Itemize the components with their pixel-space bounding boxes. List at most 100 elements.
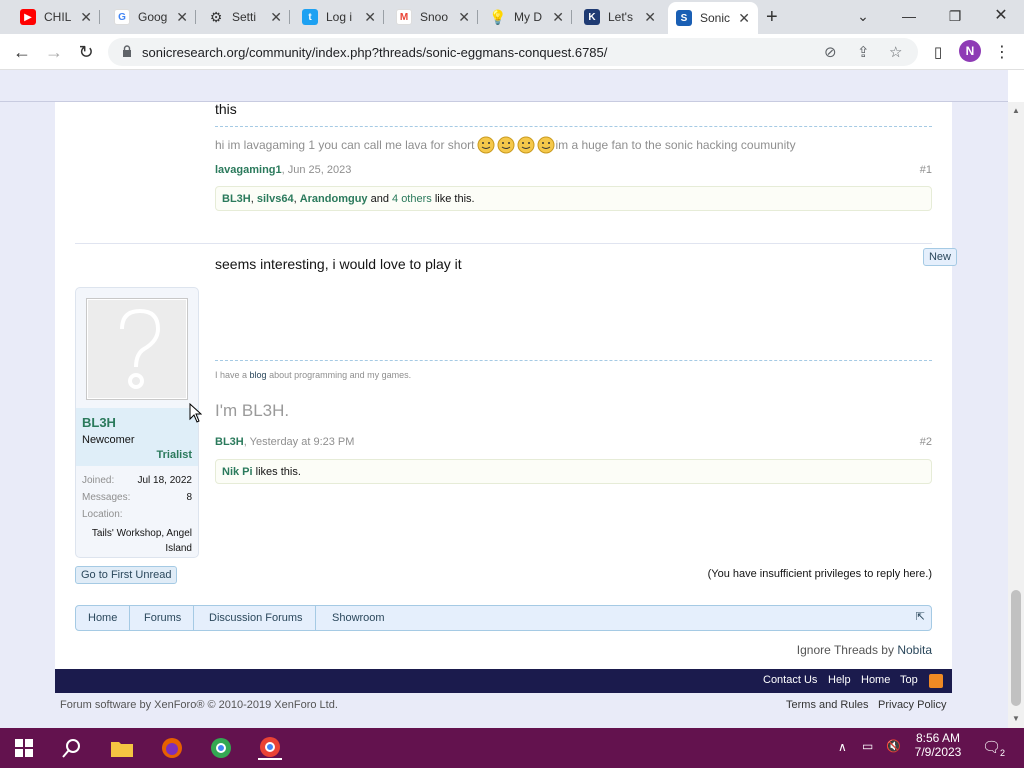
post1-likes-summary: BL3H, silvs64, Arandomguy and 4 others l… <box>215 186 932 211</box>
reload-button[interactable]: ↻ <box>74 40 98 64</box>
side-panel-icon[interactable]: ▯ <box>926 40 950 64</box>
tab-twitter[interactable]: t Log i ✕ <box>294 4 384 30</box>
page-scrollbar[interactable]: ▲ ▼ <box>1008 102 1024 728</box>
smiley-icon <box>477 136 495 154</box>
breadcrumb-home[interactable]: Home <box>76 606 131 630</box>
eye-off-icon[interactable]: ⊘ <box>824 43 837 61</box>
close-icon[interactable]: ✕ <box>270 9 282 26</box>
user-location[interactable]: Tails' Workshop, Angel Island <box>82 526 192 556</box>
twitter-icon: t <box>302 9 318 25</box>
share-icon[interactable]: ⇪ <box>857 43 870 61</box>
scroll-down-icon[interactable]: ▼ <box>1012 714 1020 723</box>
blog-link[interactable]: blog <box>250 370 267 380</box>
close-icon[interactable]: ✕ <box>644 9 656 26</box>
footer-top-link[interactable]: Top <box>900 674 918 686</box>
close-icon[interactable]: ✕ <box>458 9 470 26</box>
tab-my-d[interactable]: 💡 My D ✕ <box>482 4 572 30</box>
post2-likes-summary: Nik Pi likes this. <box>215 459 932 484</box>
go-to-first-unread-button[interactable]: Go to First Unread <box>75 566 178 584</box>
close-icon[interactable]: ✕ <box>738 10 750 27</box>
rss-icon[interactable] <box>929 674 943 688</box>
network-icon[interactable]: ▭ <box>862 739 873 753</box>
address-bar[interactable]: sonicresearch.org/community/index.php?th… <box>108 38 918 66</box>
tab-settings[interactable]: ⚙ Setti ✕ <box>200 4 290 30</box>
window-close-button[interactable]: ✕ <box>978 4 1024 28</box>
windows-taskbar: ∧ ▭ 🔇 8:56 AM 7/9/2023 🗨 2 <box>0 728 1024 768</box>
post2-signature-heading: I'm BL3H. <box>215 401 290 420</box>
notification-icon[interactable]: 🗨 <box>982 738 1001 756</box>
breadcrumb-discussion-forums[interactable]: Discussion Forums <box>197 606 316 630</box>
profile-avatar[interactable]: N <box>959 40 981 62</box>
maximize-button[interactable]: ❐ <box>932 4 978 28</box>
firefox-icon[interactable] <box>160 736 184 760</box>
tab-sonic[interactable]: S Sonic ✕ <box>668 2 758 34</box>
page-viewport: this hi im lavagaming 1 you can call me … <box>0 70 1008 728</box>
emoji-row <box>477 136 555 154</box>
smiley-icon <box>537 136 555 154</box>
star-icon[interactable]: ☆ <box>889 43 902 61</box>
chrome-profile-icon[interactable] <box>209 736 233 760</box>
jump-icon[interactable]: ⇱ <box>916 610 925 623</box>
post1-permalink[interactable]: #1 <box>920 164 932 176</box>
breadcrumb-showroom[interactable]: Showroom <box>320 606 397 630</box>
chrome-active-icon[interactable] <box>258 736 282 760</box>
footer-home-link[interactable]: Home <box>861 674 890 686</box>
close-icon[interactable]: ✕ <box>176 9 188 26</box>
browser-toolbar: ← → ↻ sonicresearch.org/community/index.… <box>0 34 1024 70</box>
tab-youtube[interactable]: ▶ CHIL ✕ <box>12 4 100 30</box>
bookmark-bar <box>0 70 1008 102</box>
post2-meta: BL3H, Yesterday at 9:23 PM <box>215 436 355 448</box>
ignore-author-link[interactable]: Nobita <box>897 643 932 657</box>
terms-link[interactable]: Terms and Rules <box>786 699 869 711</box>
footer-copyright[interactable]: Forum software by XenForo® © 2010-2019 X… <box>60 699 338 711</box>
post2-message: seems interesting, i would love to play … <box>215 256 462 272</box>
tab-lets[interactable]: K Let's ✕ <box>576 4 664 30</box>
forward-button[interactable]: → <box>42 40 66 64</box>
notification-count: 2 <box>1000 748 1006 758</box>
tab-search-icon[interactable]: ⌄ <box>840 4 886 28</box>
volume-muted-icon[interactable]: 🔇 <box>886 739 901 753</box>
user-joined: Jul 18, 2022 <box>137 475 193 486</box>
close-icon[interactable]: ✕ <box>552 9 564 26</box>
back-button[interactable]: ← <box>10 40 34 64</box>
post2-permalink[interactable]: #2 <box>920 436 932 448</box>
new-post-badge: New <box>923 248 957 266</box>
footer-contact-link[interactable]: Contact Us <box>763 674 817 686</box>
file-explorer-icon[interactable] <box>110 736 134 760</box>
page-content: this hi im lavagaming 1 you can call me … <box>55 101 957 669</box>
footer-help-link[interactable]: Help <box>828 674 851 686</box>
post-divider <box>75 243 932 244</box>
privacy-link[interactable]: Privacy Policy <box>878 699 946 711</box>
post1-date[interactable]: Jun 25, 2023 <box>288 164 352 176</box>
user-name-link[interactable]: BL3H <box>82 415 116 430</box>
sonic-icon: S <box>676 10 692 26</box>
likes-others-link[interactable]: 4 others <box>392 193 432 205</box>
avatar[interactable] <box>86 298 188 400</box>
tab-strip: ▶ CHIL ✕ G Goog ✕ ⚙ Setti ✕ t Log i ✕ M … <box>0 0 1024 34</box>
user-title: Newcomer <box>82 434 135 446</box>
user-messages[interactable]: 8 <box>186 492 192 503</box>
menu-icon[interactable]: ⋮ <box>990 40 1014 64</box>
windows-start-icon[interactable] <box>12 736 36 760</box>
youtube-icon: ▶ <box>20 9 36 25</box>
post2-date[interactable]: Yesterday at 9:23 PM <box>250 436 355 448</box>
post1-author-link[interactable]: lavagaming1 <box>215 164 282 176</box>
post2-author-link[interactable]: BL3H <box>215 436 244 448</box>
tab-gmail[interactable]: M Snoo ✕ <box>388 4 478 30</box>
default-avatar-icon <box>120 308 161 389</box>
system-clock[interactable]: 8:56 AM 7/9/2023 <box>910 731 966 759</box>
close-icon[interactable]: ✕ <box>364 9 376 26</box>
tab-google[interactable]: G Goog ✕ <box>106 4 196 30</box>
scrollbar-thumb[interactable] <box>1011 590 1021 706</box>
search-icon[interactable] <box>60 736 84 760</box>
show-hidden-icons[interactable]: ∧ <box>838 740 847 754</box>
scroll-up-icon[interactable]: ▲ <box>1012 106 1020 115</box>
reply-notice: (You have insufficient privileges to rep… <box>707 568 932 580</box>
breadcrumb-forums[interactable]: Forums <box>132 606 195 630</box>
close-icon[interactable]: ✕ <box>80 9 92 26</box>
minimize-button[interactable]: — <box>886 4 932 28</box>
smiley-icon <box>497 136 515 154</box>
new-tab-button[interactable]: + <box>766 7 778 27</box>
post1-signature: hi im lavagaming 1 you can call me lava … <box>215 136 796 154</box>
post1-message: this <box>215 101 237 117</box>
